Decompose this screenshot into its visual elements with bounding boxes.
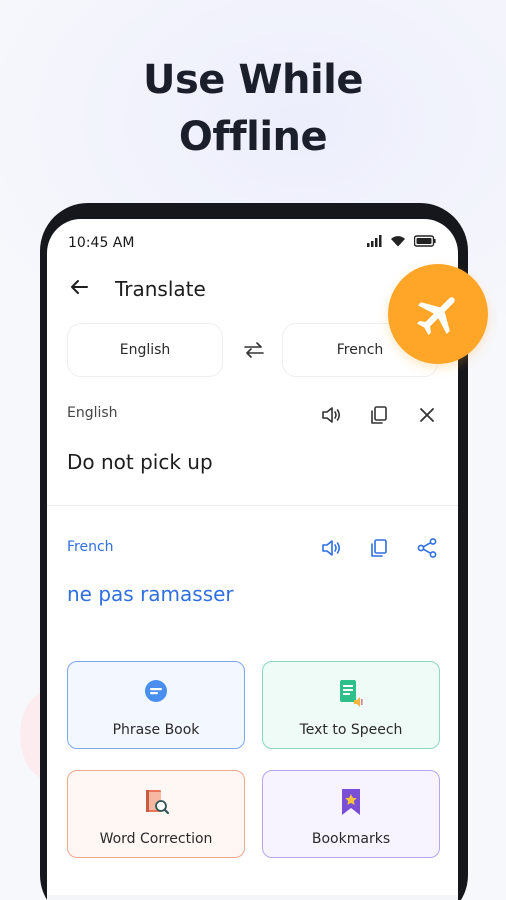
status-icons: [366, 235, 436, 247]
swap-languages-icon[interactable]: [241, 337, 267, 363]
panel-divider: [47, 505, 458, 506]
headline-line-1: Use While: [143, 57, 364, 103]
offline-badge: [388, 264, 488, 364]
speaker-icon: [322, 407, 341, 423]
target-copy-button[interactable]: [365, 534, 393, 562]
source-language-label: English: [119, 342, 171, 358]
chat-bubble-icon: [145, 680, 167, 702]
document-speaker-icon: [340, 680, 363, 707]
promo-headline: Use While Offline: [0, 52, 506, 166]
source-text[interactable]: Do not pick up: [67, 450, 213, 474]
source-language-button[interactable]: English: [67, 323, 223, 377]
bookmark-star-icon: [342, 789, 360, 815]
signal-icon: [367, 235, 382, 247]
page-title: Translate: [115, 277, 206, 301]
bottom-strip: [47, 895, 458, 900]
word-correction-card[interactable]: Word Correction: [67, 770, 245, 858]
target-panel-label: French: [67, 539, 114, 555]
headline-line-2: Offline: [178, 114, 328, 160]
book-magnifier-icon: [146, 790, 170, 815]
bookmarks-card[interactable]: Bookmarks: [262, 770, 440, 858]
copy-icon: [371, 539, 387, 557]
source-panel-label: English: [67, 405, 118, 421]
clear-text-button[interactable]: [413, 401, 441, 429]
share-button[interactable]: [413, 534, 441, 562]
copy-icon: [371, 406, 387, 424]
share-icon: [417, 538, 437, 558]
word-correction-label: Word Correction: [99, 831, 213, 847]
speaker-icon: [322, 540, 341, 556]
wifi-icon: [391, 236, 405, 247]
bookmarks-label: Bookmarks: [311, 831, 391, 847]
phrase-book-label: Phrase Book: [112, 722, 200, 738]
status-time: 10:45 AM: [68, 235, 135, 251]
target-speak-button[interactable]: [317, 534, 345, 562]
back-arrow-icon[interactable]: [67, 275, 91, 299]
airplane-icon: [416, 297, 455, 336]
battery-icon: [414, 235, 436, 247]
text-to-speech-label: Text to Speech: [299, 722, 403, 738]
close-icon: [420, 408, 434, 422]
text-to-speech-card[interactable]: Text to Speech: [262, 661, 440, 749]
target-language-label: French: [336, 342, 384, 358]
translated-text: ne pas ramasser: [67, 582, 234, 606]
phrase-book-card[interactable]: Phrase Book: [67, 661, 245, 749]
source-copy-button[interactable]: [365, 401, 393, 429]
source-speak-button[interactable]: [317, 401, 345, 429]
